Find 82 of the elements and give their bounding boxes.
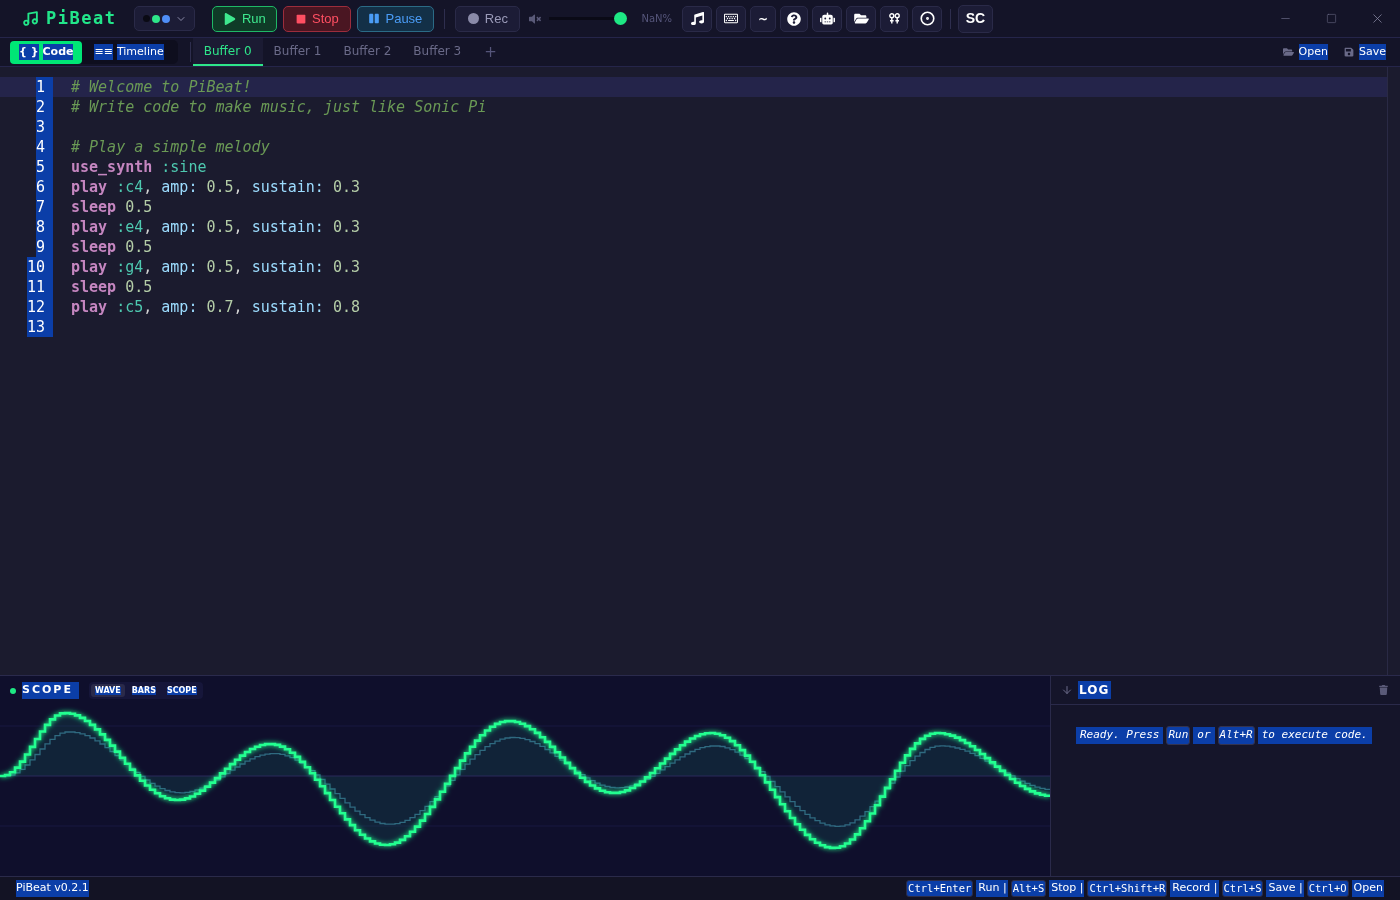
- shortcut-key: Ctrl+Enter: [906, 879, 974, 898]
- folder-icon: [1282, 47, 1294, 57]
- version-label: PiBeat v0.2.1: [16, 880, 89, 897]
- robot-icon: [819, 12, 835, 25]
- theme-dropdown[interactable]: [134, 6, 196, 31]
- code-line: # Play a simple melody: [70, 137, 270, 157]
- wave-button[interactable]: ~: [750, 5, 776, 32]
- app-title: PiBeat: [46, 6, 117, 30]
- code-line: sleep 0.5: [70, 237, 153, 257]
- record-button[interactable]: Rec: [455, 5, 521, 32]
- line-number: 10: [26, 257, 53, 277]
- shortcut-action: Open: [1351, 880, 1384, 897]
- volume-reading: NaN%: [641, 12, 672, 26]
- key-hint: Alt+R: [1217, 726, 1255, 745]
- code-line: play :c5, amp: 0.7, sustain: 0.8: [70, 297, 360, 317]
- run-button[interactable]: Run: [212, 5, 278, 32]
- help-icon: [787, 11, 801, 26]
- line-number: 8: [35, 217, 53, 237]
- stop-button[interactable]: Stop: [283, 5, 352, 32]
- volume-slider-thumb[interactable]: [614, 12, 628, 25]
- log-message-text: or: [1193, 727, 1215, 744]
- view-toggle-tab[interactable]: ≡≡ Timeline: [85, 40, 173, 64]
- line-number: 5: [35, 157, 53, 177]
- view-toggle-tab[interactable]: { } Code: [10, 40, 83, 64]
- line-number: 12: [26, 297, 53, 317]
- log-message-text: Ready. Press: [1076, 727, 1164, 744]
- folder-button[interactable]: [846, 5, 876, 32]
- buffer-tab[interactable]: Buffer 0: [192, 38, 263, 66]
- shortcut-action: Stop |: [1049, 880, 1085, 897]
- scope-title: SCOPE: [22, 682, 79, 699]
- shortcut-key: Ctrl+Shift+R: [1087, 879, 1168, 898]
- code-line: use_synth :sine: [70, 157, 207, 177]
- line-number: 4: [35, 137, 53, 157]
- log-title: LOG: [1078, 681, 1112, 699]
- help-button[interactable]: [780, 5, 808, 32]
- shortcut-action: Record |: [1170, 880, 1219, 897]
- buffer-tab[interactable]: Buffer 1: [262, 38, 333, 66]
- line-number: 6: [35, 177, 53, 197]
- line-number: 2: [35, 97, 53, 117]
- female-symbols-icon: [888, 13, 900, 24]
- line-number: 9: [35, 237, 53, 257]
- code-line: # Welcome to PiBeat!: [70, 77, 252, 97]
- music-notes-icon: [690, 12, 704, 25]
- line-number: 3: [35, 117, 53, 137]
- code-line: play :c4, amp: 0.5, sustain: 0.3: [70, 177, 360, 197]
- log-message-text: to execute code.: [1257, 727, 1372, 744]
- code-line: # Write code to make music, just like Sonic Pi: [70, 97, 487, 117]
- code-line: play :g4, amp: 0.5, sustain: 0.3: [70, 257, 360, 277]
- shortcut-key: Alt+S: [1010, 879, 1047, 898]
- scope-mode-tab[interactable]: WAVE: [90, 684, 125, 697]
- pause-icon: [369, 13, 380, 24]
- robot-button[interactable]: [812, 5, 842, 32]
- stop-icon: [296, 13, 307, 24]
- key-hint: Run: [1166, 726, 1191, 745]
- trash-icon[interactable]: [1379, 685, 1388, 695]
- play-icon: [224, 12, 236, 25]
- line-number: 1: [35, 77, 53, 97]
- target-icon: [919, 11, 935, 26]
- target-button[interactable]: [912, 5, 942, 32]
- shortcut-action: Run |: [976, 880, 1008, 897]
- buffer-tab[interactable]: Buffer 3: [402, 38, 473, 66]
- code-line: play :e4, amp: 0.5, sustain: 0.3: [70, 217, 360, 237]
- maximize-icon: [1325, 13, 1337, 24]
- pause-button[interactable]: Pause: [357, 5, 435, 32]
- line-number: 13: [26, 317, 53, 337]
- female-symbols-button[interactable]: [880, 5, 908, 32]
- folder-icon: [853, 12, 869, 25]
- buffer-tab[interactable]: Buffer 2: [332, 38, 403, 66]
- music-notes-icon: [22, 10, 39, 27]
- shortcut-action: Save |: [1266, 880, 1304, 897]
- keyboard-icon: [724, 12, 738, 25]
- shortcut-key: Ctrl+O: [1306, 879, 1349, 898]
- music-button[interactable]: [682, 5, 712, 32]
- line-number: 11: [26, 277, 53, 297]
- code-line: sleep 0.5: [70, 197, 153, 217]
- arrow-down-icon: [1061, 684, 1073, 696]
- shortcut-key: Ctrl+S: [1221, 879, 1264, 898]
- line-number: 7: [35, 197, 53, 217]
- speaker-muted-icon[interactable]: [528, 12, 543, 25]
- sc-button[interactable]: SC: [958, 4, 993, 33]
- keyboard-button[interactable]: [716, 5, 746, 32]
- code-line: sleep 0.5: [70, 277, 153, 297]
